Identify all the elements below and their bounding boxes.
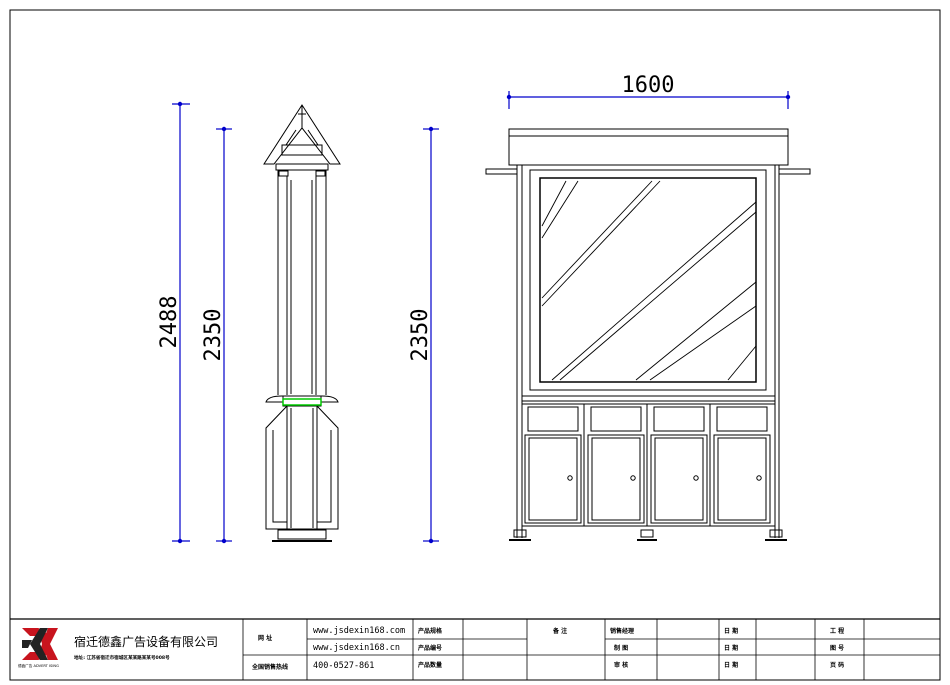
drawing-border: [9, 9, 941, 681]
hotline-label: 全国销售热线: [251, 663, 288, 671]
remarks-label: 备 注: [552, 627, 567, 635]
title-block-grid: [10, 618, 940, 680]
hotline-number: 400-0527-861: [313, 661, 374, 671]
door-handles: [567, 475, 762, 481]
date-label-1: 日 期: [724, 627, 738, 635]
date-label-3: 日 期: [724, 661, 738, 669]
product-number-label: 产品编号: [418, 644, 442, 652]
drawing-number-label: 图 号: [830, 644, 844, 652]
date-label-2: 日 期: [724, 644, 738, 652]
company-name: 宿迁德鑫广告设备有限公司: [74, 634, 218, 649]
website-label: 网 址: [258, 634, 272, 642]
dimension-front-width-label: 1600: [622, 73, 675, 98]
product-quantity-label: 产品数量: [418, 661, 442, 669]
side-view: [263, 104, 341, 542]
glass-reflection-lines: [541, 180, 757, 381]
sales-manager-label: 销售经理: [610, 627, 634, 635]
website-1: www.jsdexin168.com: [313, 626, 405, 636]
reviewer-label: 审 核: [614, 661, 628, 669]
company-logo: 德鑫广告 ADVERT ISING: [18, 628, 59, 668]
website-2: www.jsdexin168.cn: [313, 643, 400, 653]
project-label: 工 程: [830, 627, 844, 635]
technical-drawing: 2488 2350 2350 1600 德鑫广告 ADVERT ISING 宿迁…: [9, 9, 941, 681]
product-spec-label: 产品规格: [418, 627, 443, 635]
dimension-front-height-label: 2350: [408, 309, 433, 362]
dimension-body-height-label: 2350: [201, 309, 226, 362]
page-number-label: 页 码: [830, 661, 844, 669]
dimension-total-height-label: 2488: [157, 296, 182, 349]
logo-small-text: 德鑫广告 ADVERT ISING: [18, 663, 59, 668]
company-address: 地址: 江苏省宿迁市宿城区某某路某某号008号: [74, 654, 170, 661]
drawer-label: 制 图: [614, 644, 628, 652]
